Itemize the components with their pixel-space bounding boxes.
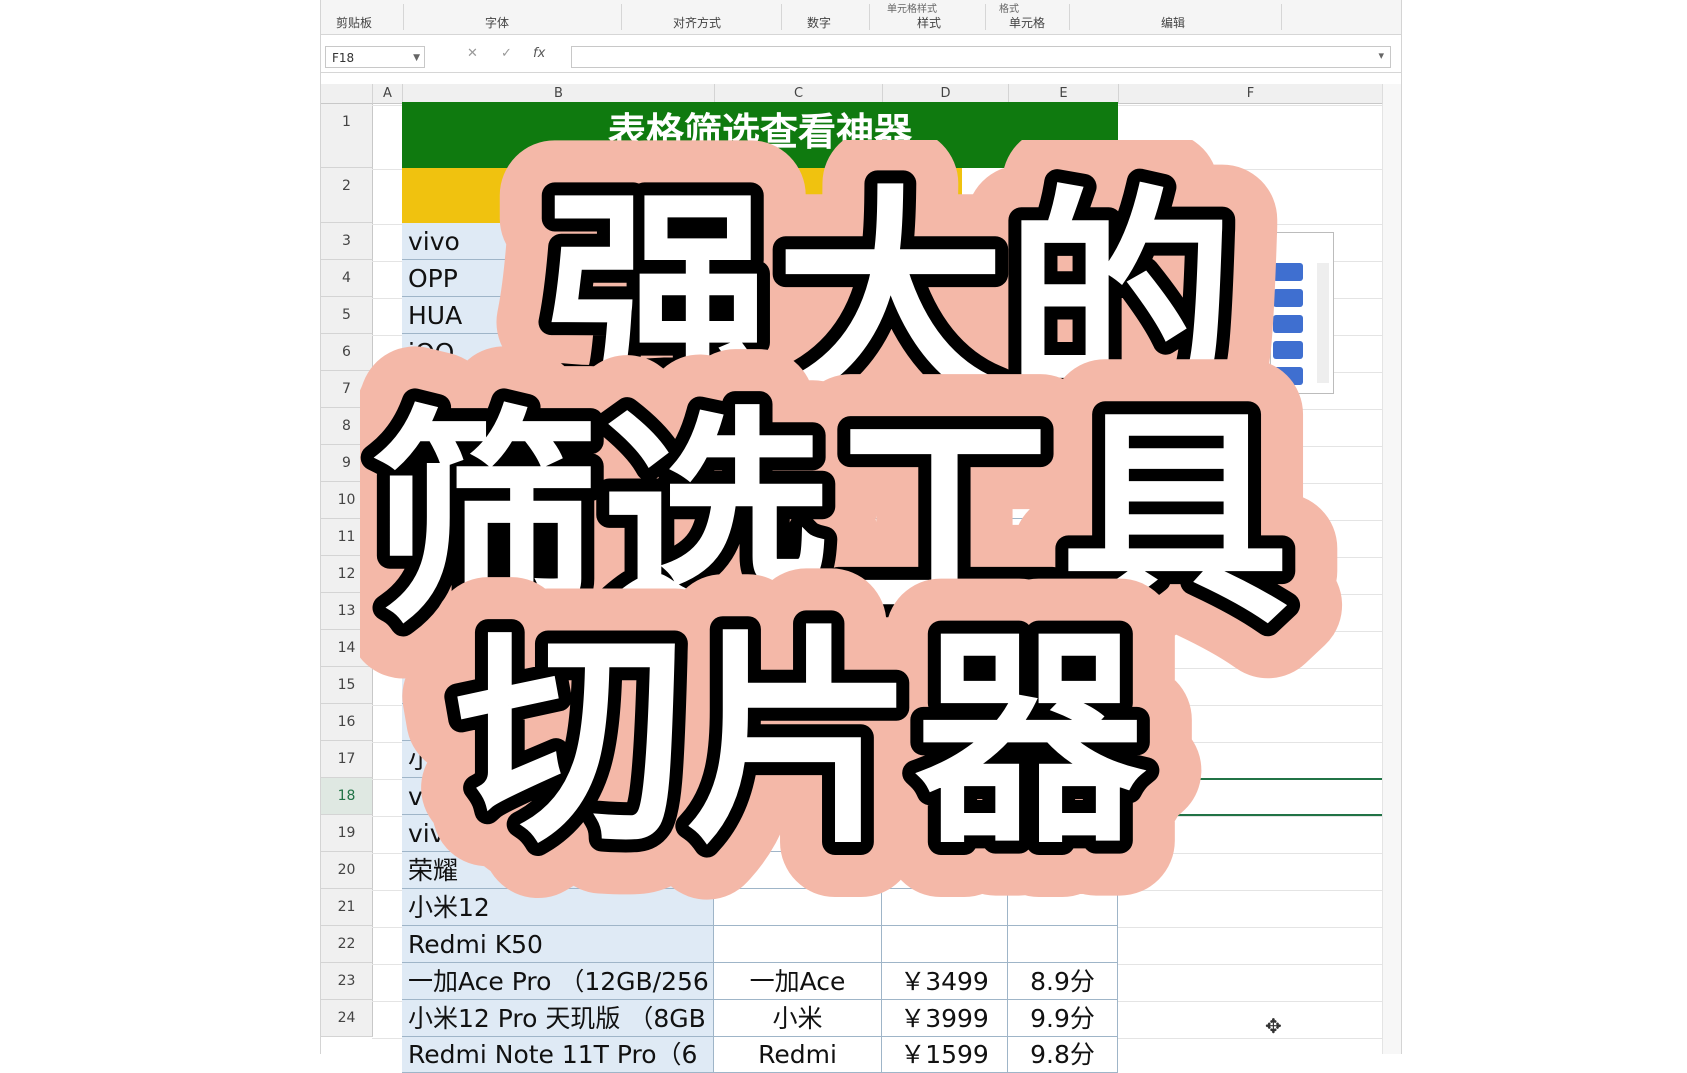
grid-line	[372, 1038, 402, 1039]
ribbon-divider	[781, 4, 782, 30]
ribbon-group-editing[interactable]: 编辑	[1161, 14, 1185, 31]
cancel-icon[interactable]: ✕	[467, 46, 478, 61]
chevron-down-icon[interactable]: ▾	[1378, 49, 1384, 62]
ribbon-divider	[869, 4, 870, 30]
formula-bar: F18 ▼ ✕ ✓ fx ▾	[321, 42, 1401, 73]
grid-line	[372, 1001, 402, 1002]
column-header-d[interactable]: D	[883, 84, 1009, 104]
ribbon-group-font[interactable]: 字体	[485, 14, 509, 31]
move-cursor-icon: ✥	[1265, 1014, 1282, 1038]
table-cell-d[interactable]: ￥1599	[882, 1037, 1008, 1073]
chevron-down-icon[interactable]: ▼	[413, 47, 420, 69]
ribbon-divider	[1281, 4, 1282, 30]
ribbon-divider	[1069, 4, 1070, 30]
ribbon-divider	[403, 4, 404, 30]
table-cell-c[interactable]: 小米	[714, 1000, 882, 1037]
title-overlay: 强大的 强大的 强大的 筛选工具 筛选工具 筛选工具 切片器 切片器 切片器	[360, 140, 1400, 980]
select-all-corner[interactable]	[321, 84, 373, 104]
ribbon-group-styles[interactable]: 样式	[917, 14, 941, 31]
ribbon-divider	[985, 4, 986, 30]
row-header-24[interactable]: 24	[321, 1000, 373, 1037]
table-cell-e[interactable]: 9.9分	[1008, 1000, 1118, 1037]
overlay-line3: 切片器	[455, 608, 1147, 875]
ribbon-group-clipboard[interactable]: 剪贴板	[336, 14, 372, 31]
column-header-a[interactable]: A	[373, 84, 403, 104]
format-button[interactable]: 格式	[999, 0, 1019, 15]
table-cell-b[interactable]: Redmi Note 11T Pro（6	[402, 1037, 714, 1073]
ribbon-group-cells[interactable]: 单元格	[1009, 14, 1045, 31]
table-cell-b[interactable]: 小米12 Pro 天玑版 （8GB	[402, 1000, 714, 1037]
grid-line	[1118, 1001, 1382, 1002]
ribbon-group-number[interactable]: 数字	[807, 14, 831, 31]
column-header-b[interactable]: B	[403, 84, 715, 104]
column-header-f[interactable]: F	[1119, 84, 1383, 104]
grid-line	[1118, 1038, 1382, 1039]
overlay-text-art: 强大的 强大的 强大的 筛选工具 筛选工具 筛选工具 切片器 切片器 切片器	[360, 140, 1345, 930]
ribbon-divider	[621, 4, 622, 30]
table-cell-d[interactable]: ￥3999	[882, 1000, 1008, 1037]
fx-icon[interactable]: fx	[533, 46, 545, 61]
grid-line	[1118, 105, 1382, 106]
name-box-value: F18	[332, 51, 355, 65]
name-box[interactable]: F18 ▼	[325, 46, 425, 68]
column-header-e[interactable]: E	[1009, 84, 1119, 104]
table-cell-c[interactable]: Redmi	[714, 1037, 882, 1073]
confirm-icon[interactable]: ✓	[501, 46, 512, 61]
cell-styles-button[interactable]: 单元格样式	[887, 0, 937, 15]
ribbon: 剪贴板 字体 对齐方式 数字 单元格样式 样式 格式 单元格 编辑	[321, 0, 1401, 35]
grid-line	[372, 105, 402, 106]
ribbon-group-alignment[interactable]: 对齐方式	[673, 14, 721, 31]
formula-input[interactable]: ▾	[571, 46, 1391, 68]
column-header-c[interactable]: C	[715, 84, 883, 104]
table-cell-e[interactable]: 9.8分	[1008, 1037, 1118, 1073]
